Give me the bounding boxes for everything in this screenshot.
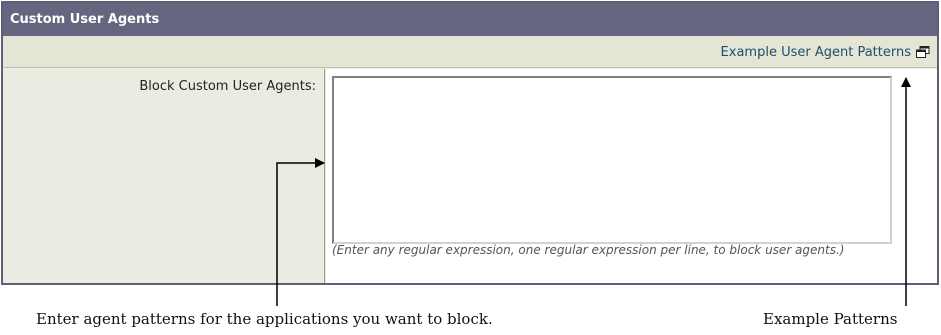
block-agents-row: Block Custom User Agents: (Enter any reg… <box>3 69 937 283</box>
custom-user-agents-panel: Custom User Agents Example User Agent Pa… <box>1 1 939 285</box>
label-cell: Block Custom User Agents: <box>3 69 325 283</box>
popup-window-icon[interactable] <box>916 46 930 58</box>
link-bar: Example User Agent Patterns <box>3 36 937 68</box>
left-callout-caption: Enter agent patterns for the application… <box>36 310 493 328</box>
custom-agents-textarea[interactable] <box>332 76 892 244</box>
example-patterns-link[interactable]: Example User Agent Patterns <box>721 45 911 60</box>
hint-text: (Enter any regular expression, one regul… <box>332 243 845 257</box>
right-callout-caption: Example Patterns <box>763 310 898 328</box>
block-agents-label: Block Custom User Agents: <box>139 79 316 94</box>
input-cell: (Enter any regular expression, one regul… <box>326 69 937 283</box>
panel-title: Custom User Agents <box>3 3 937 36</box>
